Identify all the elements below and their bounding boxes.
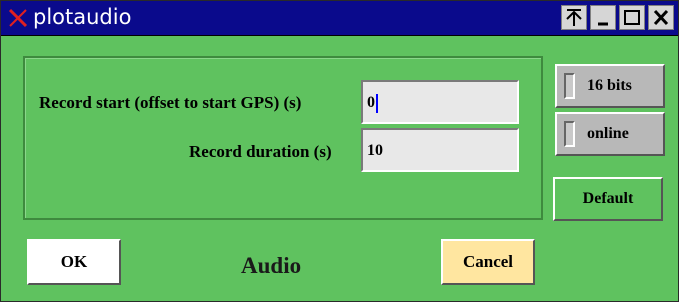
online-label: online [587, 125, 629, 142]
record-duration-input[interactable]: 10 [361, 128, 519, 172]
record-duration-value: 10 [367, 142, 383, 159]
pin-button[interactable] [561, 5, 587, 30]
16-bits-toggle[interactable]: 16 bits [555, 64, 665, 108]
16-bits-indicator [564, 73, 575, 99]
minimize-icon [598, 22, 608, 26]
16-bits-label: 16 bits [587, 77, 632, 94]
text-caret [376, 94, 378, 113]
close-button[interactable] [648, 5, 674, 30]
maximize-button[interactable] [619, 5, 645, 30]
minimize-button[interactable] [590, 5, 616, 30]
pin-icon [566, 9, 582, 26]
record-start-value: 0 [367, 94, 375, 111]
record-start-label: Record start (offset to start GPS) (s) [39, 93, 302, 112]
x-logo-icon [8, 8, 28, 28]
record-start-input[interactable]: 0 [361, 80, 519, 124]
plotaudio-window: plotaudio Record start (offset to start … [0, 0, 679, 302]
record-duration-label: Record duration (s) [189, 142, 332, 161]
close-icon [653, 9, 669, 26]
online-indicator [564, 121, 575, 147]
maximize-icon [624, 10, 640, 25]
default-button[interactable]: Default [553, 177, 663, 221]
dialog-heading: Audio [241, 253, 302, 278]
online-toggle[interactable]: online [555, 112, 665, 156]
window-title: plotaudio [33, 5, 132, 29]
ok-button[interactable]: OK [27, 239, 121, 285]
cancel-button[interactable]: Cancel [441, 239, 535, 285]
title-bar[interactable]: plotaudio [1, 1, 678, 36]
